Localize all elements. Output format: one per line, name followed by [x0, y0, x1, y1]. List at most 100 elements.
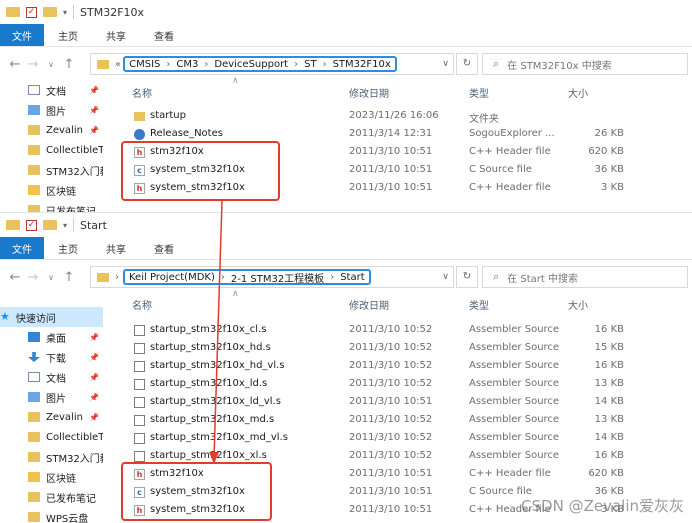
file-type: Assembler Source — [469, 324, 559, 335]
chevron-down-icon[interactable]: ▾ — [63, 221, 67, 230]
nav-item-downloads[interactable]: 下载📌 — [0, 347, 103, 367]
file-date: 2011/3/10 10:51 — [349, 164, 432, 175]
column-size[interactable]: 大小 — [568, 85, 588, 100]
folder-icon — [28, 492, 40, 502]
address-row: ← → ∨ ↑ › Keil Project(MDK)› 2-1 STM32工程… — [0, 260, 692, 294]
nav-item-collectible[interactable]: CollectibleT — [0, 427, 103, 447]
breadcrumb-item[interactable]: ST — [304, 59, 316, 70]
breadcrumb-item[interactable]: CMSIS — [129, 59, 160, 70]
nav-item-notes[interactable]: 已发布笔记 — [0, 487, 103, 507]
tab-file[interactable]: 文件 — [0, 237, 44, 259]
file-row[interactable]: startup_stm32f10x_hd.s2011/3/10 10:52Ass… — [104, 339, 692, 357]
chevron-down-icon[interactable]: ∨ — [42, 273, 60, 282]
nav-item-pictures[interactable]: 图片📌 — [0, 100, 103, 120]
folder-icon — [43, 220, 57, 230]
pin-icon: 📌 — [89, 333, 99, 342]
back-arrow-icon[interactable]: ← — [6, 57, 24, 72]
folder-icon — [28, 185, 40, 195]
explorer-window-start: ✓ ▾ Start 文件 主页 共享 查看 ← → ∨ ↑ › Keil Pro… — [0, 212, 692, 523]
breadcrumb-item[interactable]: STM32F10x — [333, 59, 391, 70]
folder-icon — [6, 7, 20, 17]
nav-item-documents[interactable]: 文档📌 — [0, 80, 103, 100]
file-row[interactable]: startup_stm32f10x_md.s2011/3/10 10:52Ass… — [104, 411, 692, 429]
checkbox-icon[interactable]: ✓ — [26, 220, 37, 231]
tab-home[interactable]: 主页 — [44, 237, 92, 259]
breadcrumb-item[interactable]: CM3 — [176, 59, 198, 70]
chevron-down-icon[interactable]: ∨ — [42, 60, 60, 69]
file-row[interactable]: startup_stm32f10x_md_vl.s2011/3/10 10:52… — [104, 429, 692, 447]
file-row[interactable]: startup2023/11/26 16:06文件夹 — [104, 107, 692, 125]
nav-label: 图片 — [46, 103, 66, 118]
tab-share[interactable]: 共享 — [92, 24, 140, 46]
nav-item-documents[interactable]: 文档📌 — [0, 367, 103, 387]
address-bar[interactable]: › Keil Project(MDK)› 2-1 STM32工程模板› Star… — [90, 266, 454, 288]
tab-view[interactable]: 查看 — [140, 24, 188, 46]
assembler-file-icon — [134, 397, 145, 408]
chevron-down-icon[interactable]: ∨ — [442, 272, 449, 282]
nav-item-pictures[interactable]: 图片📌 — [0, 387, 103, 407]
nav-item-collectible[interactable]: CollectibleT — [0, 140, 103, 160]
file-date: 2011/3/10 10:52 — [349, 432, 432, 443]
file-row[interactable]: startup_stm32f10x_hd_vl.s2011/3/10 10:52… — [104, 357, 692, 375]
file-name: startup_stm32f10x_hd_vl.s — [150, 360, 285, 371]
column-date[interactable]: 修改日期 — [349, 297, 389, 312]
chevron-right-icon: › — [166, 59, 170, 70]
search-input[interactable]: ⌕ 在 Start 中搜索 — [482, 266, 688, 288]
pin-icon: 📌 — [89, 353, 99, 362]
refresh-button[interactable]: ↻ — [456, 53, 478, 75]
nav-label: 区块链 — [46, 183, 76, 198]
nav-label: 文档 — [46, 370, 66, 385]
file-date: 2011/3/10 10:51 — [349, 396, 432, 407]
chevron-down-icon[interactable]: ▾ — [63, 8, 67, 17]
overflow-icon[interactable]: « — [115, 59, 121, 70]
column-name[interactable]: 名称 — [132, 297, 152, 312]
chevron-down-icon[interactable]: ∨ — [442, 59, 449, 69]
file-row[interactable]: startup_stm32f10x_ld.s2011/3/10 10:52Ass… — [104, 375, 692, 393]
breadcrumb-item[interactable]: DeviceSupport — [214, 59, 288, 70]
tab-share[interactable]: 共享 — [92, 237, 140, 259]
column-name[interactable]: 名称 — [132, 85, 152, 100]
nav-item-desktop[interactable]: 桌面 📌 — [0, 327, 103, 347]
checkbox-icon[interactable]: ✓ — [26, 7, 37, 18]
nav-item-blockchain[interactable]: 区块链 — [0, 180, 103, 200]
file-size: 16 KB — [564, 450, 624, 461]
nav-item-stm32[interactable]: STM32入门教 — [0, 447, 103, 467]
breadcrumb-item[interactable]: Keil Project(MDK) — [129, 272, 215, 283]
search-placeholder: 在 Start 中搜索 — [507, 270, 578, 285]
file-size: 14 KB — [564, 432, 624, 443]
up-arrow-icon[interactable]: ↑ — [60, 270, 78, 285]
nav-item-quick-access[interactable]: ★快速访问 — [0, 307, 103, 327]
divider — [73, 218, 74, 232]
document-icon — [28, 372, 40, 382]
up-arrow-icon[interactable]: ↑ — [60, 57, 78, 72]
file-size: 620 KB — [564, 468, 624, 479]
address-bar[interactable]: « CMSIS› CM3› DeviceSupport› ST› STM32F1… — [90, 53, 454, 75]
nav-label: 文档 — [46, 83, 66, 98]
nav-item-zevalin[interactable]: Zevalin📌 — [0, 407, 103, 427]
search-icon: ⌕ — [493, 270, 499, 284]
search-input[interactable]: ⌕ 在 STM32F10x 中搜索 — [482, 53, 688, 75]
file-type: Assembler Source — [469, 396, 559, 407]
breadcrumb-item[interactable]: 2-1 STM32工程模板 — [231, 270, 324, 285]
file-type: C++ Header file — [469, 182, 551, 193]
back-arrow-icon[interactable]: ← — [6, 270, 24, 285]
nav-label: 桌面 — [46, 330, 66, 345]
column-size[interactable]: 大小 — [568, 297, 588, 312]
nav-item-notes[interactable]: 已发布笔记 — [0, 200, 103, 212]
forward-arrow-icon[interactable]: → — [24, 270, 42, 285]
forward-arrow-icon[interactable]: → — [24, 57, 42, 72]
column-date[interactable]: 修改日期 — [349, 85, 389, 100]
tab-view[interactable]: 查看 — [140, 237, 188, 259]
column-type[interactable]: 类型 — [469, 85, 489, 100]
breadcrumb-item[interactable]: Start — [340, 272, 364, 283]
file-row[interactable]: startup_stm32f10x_cl.s2011/3/10 10:52Ass… — [104, 321, 692, 339]
nav-item-blockchain[interactable]: 区块链 — [0, 467, 103, 487]
nav-item-zevalin[interactable]: Zevalin📌 — [0, 120, 103, 140]
tab-home[interactable]: 主页 — [44, 24, 92, 46]
nav-item-stm32[interactable]: STM32入门教 — [0, 160, 103, 180]
file-row[interactable]: startup_stm32f10x_ld_vl.s2011/3/10 10:51… — [104, 393, 692, 411]
refresh-button[interactable]: ↻ — [456, 266, 478, 288]
column-type[interactable]: 类型 — [469, 297, 489, 312]
tab-file[interactable]: 文件 — [0, 24, 44, 46]
nav-item-wps-cloud[interactable]: WPS云盘 — [0, 507, 103, 523]
